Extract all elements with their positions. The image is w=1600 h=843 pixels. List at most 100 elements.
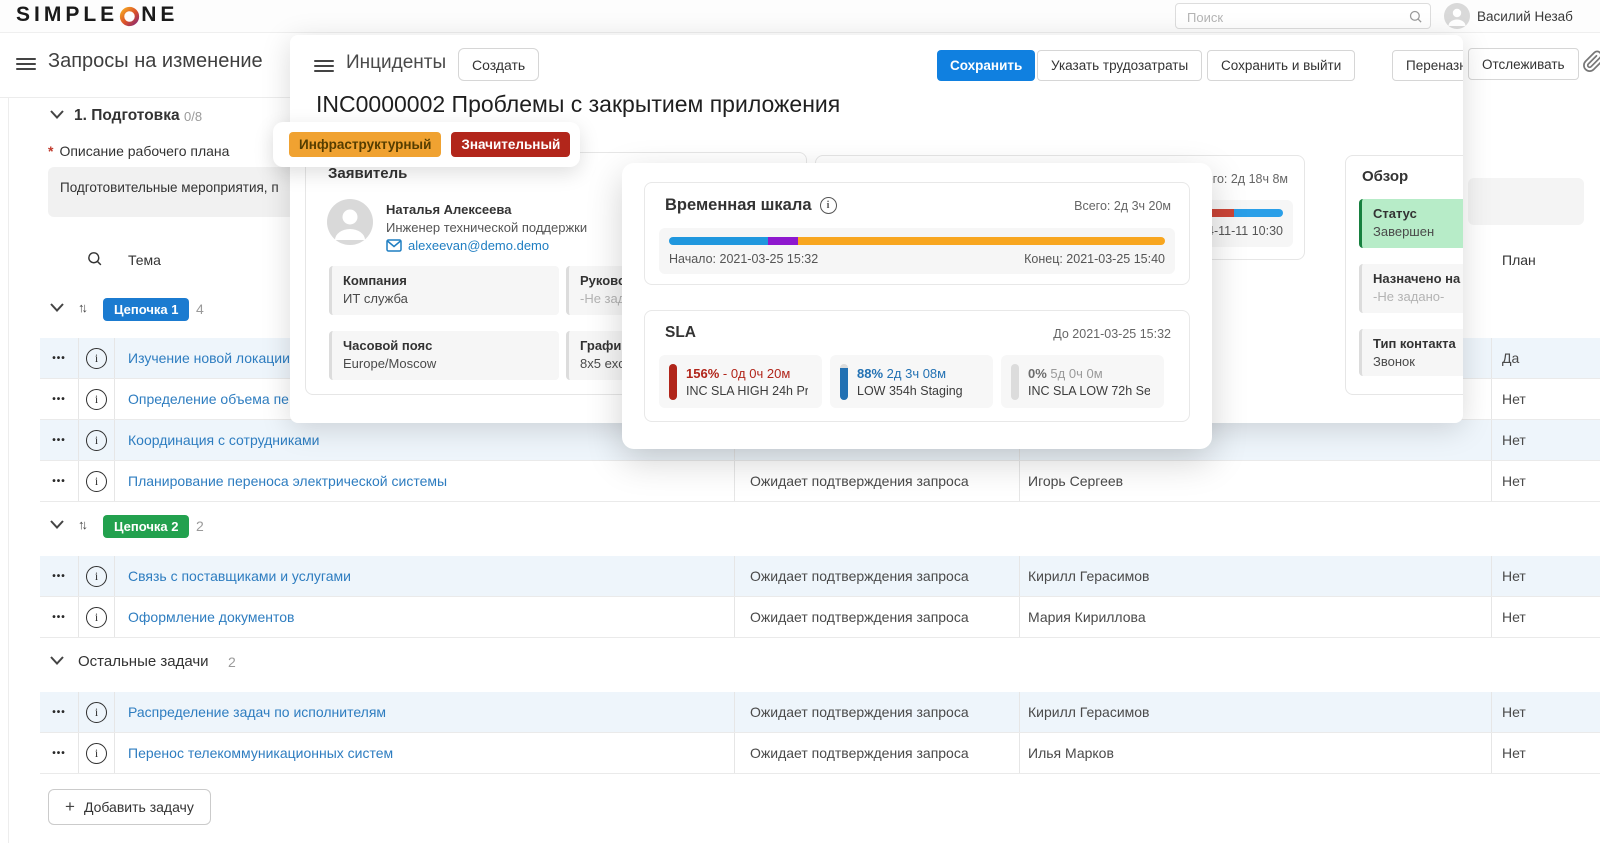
row-info-button[interactable]: i	[79, 556, 115, 596]
left-rail-divider	[8, 98, 9, 843]
row-info-button[interactable]: i	[79, 420, 115, 460]
row-menu-button[interactable]: •••	[40, 597, 79, 637]
group-count: 2	[196, 518, 204, 534]
reassign-button[interactable]: Переназначить	[1392, 50, 1463, 81]
task-link[interactable]: Перенос телекоммуникационных систем	[128, 745, 393, 761]
sla-item[interactable]: 156% - 0д 0ч 20м INC SLA HIGH 24h Privat…	[659, 355, 822, 408]
table-row: ••• i Планирование переноса электрическо…	[40, 461, 1600, 502]
field-timezone[interactable]: Часовой пояс Europe/Moscow	[329, 331, 559, 380]
caller-role: Инженер технической поддержки	[386, 220, 588, 235]
row-info-button[interactable]: i	[79, 461, 115, 501]
field-status[interactable]: Статус Завершен	[1359, 199, 1463, 248]
sla-item[interactable]: 0% 5д 0ч 0м INC SLA LOW 72h Service...	[1001, 355, 1164, 408]
task-assignee: Кирилл Герасимов	[1020, 692, 1492, 732]
sla-item[interactable]: 88% 2д 3ч 08м LOW 354h Staging	[830, 355, 993, 408]
row-menu-button[interactable]: •••	[40, 556, 79, 596]
field-stub	[1468, 178, 1584, 225]
table-row: ••• i Перенос телекоммуникационных систе…	[40, 733, 1600, 774]
search-input[interactable]	[1185, 5, 1409, 29]
task-link[interactable]: Изучение новой локации	[128, 350, 290, 366]
group-badge[interactable]: Цепочка 2	[103, 515, 190, 538]
row-menu-button[interactable]: •••	[40, 379, 79, 419]
reorder-icon[interactable]: ↑↓	[78, 517, 88, 532]
caller-email-link[interactable]: alexeevan@demo.demo	[408, 238, 549, 253]
chevron-down-icon[interactable]	[50, 656, 64, 665]
sla-gauge	[1011, 363, 1019, 400]
simpleone-logo: SIMPLE NE	[16, 3, 178, 27]
search-icon[interactable]	[1408, 9, 1423, 29]
envelope-icon	[386, 239, 402, 252]
timeline-card: Временная шкала i Всего: 2д 3ч 20м Начал…	[644, 182, 1190, 285]
save-button[interactable]: Сохранить	[937, 50, 1036, 81]
column-header-plan[interactable]: План	[1502, 252, 1536, 268]
ellipsis-icon: •••	[52, 570, 66, 582]
task-link[interactable]: Планирование переноса электрической сист…	[128, 473, 447, 489]
row-menu-button[interactable]: •••	[40, 733, 79, 773]
row-info-button[interactable]: i	[79, 338, 115, 378]
ellipsis-icon: •••	[52, 475, 66, 487]
group-badge[interactable]: Цепочка 1	[103, 298, 190, 321]
row-menu-button[interactable]: •••	[40, 338, 79, 378]
ellipsis-icon: •••	[52, 393, 66, 405]
task-plan: Нет	[1502, 704, 1526, 720]
row-info-button[interactable]: i	[79, 692, 115, 732]
chevron-down-icon[interactable]	[50, 520, 64, 529]
add-task-button[interactable]: + Добавить задачу	[48, 789, 211, 825]
group-header: Остальные задачи 2	[40, 638, 1600, 692]
paperclip-icon[interactable]	[1582, 50, 1600, 78]
table-row: ••• i Оформление документов Ожидает подт…	[40, 597, 1600, 638]
task-plan: Да	[1502, 350, 1520, 366]
overview-title: Обзор	[1362, 168, 1409, 185]
task-link[interactable]: Связь с поставщиками и услугами	[128, 568, 351, 584]
incident-title: INC0000002 Проблемы с закрытием приложен…	[316, 91, 841, 117]
info-icon[interactable]: i	[819, 197, 837, 214]
task-link[interactable]: Распределение задач по исполнителям	[128, 704, 386, 720]
row-menu-button[interactable]: •••	[40, 692, 79, 732]
row-menu-button[interactable]: •••	[40, 461, 79, 501]
timeline-end: Конец: 2021-03-25 15:40	[1024, 252, 1165, 266]
field-company[interactable]: Компания ИТ служба	[329, 266, 559, 315]
row-info-button[interactable]: i	[79, 379, 115, 419]
user-menu[interactable]: Василий Незаб	[1444, 3, 1573, 29]
column-header-topic[interactable]: Тема	[128, 252, 161, 268]
info-icon: i	[86, 388, 107, 410]
save-and-exit-button[interactable]: Сохранить и выйти	[1207, 50, 1356, 81]
chevron-down-icon[interactable]	[50, 110, 64, 119]
menu-icon[interactable]	[16, 55, 36, 73]
work-plan-label: * Описание рабочего плана	[48, 143, 230, 159]
create-button[interactable]: Создать	[458, 48, 540, 81]
log-effort-button[interactable]: Указать трудозатраты	[1037, 50, 1203, 81]
task-link[interactable]: Определение объема пе	[128, 391, 289, 407]
menu-icon[interactable]	[314, 57, 334, 75]
task-link[interactable]: Координация с сотрудниками	[128, 432, 320, 448]
task-plan: Нет	[1502, 609, 1526, 625]
reorder-icon[interactable]: ↑↓	[78, 300, 88, 315]
task-link[interactable]: Оформление документов	[128, 609, 295, 625]
ellipsis-icon: •••	[52, 611, 66, 623]
logo-o-ring-icon	[120, 6, 140, 26]
row-info-button[interactable]: i	[79, 597, 115, 637]
tag-significant[interactable]: Значительный	[451, 132, 571, 157]
chevron-down-icon[interactable]	[50, 303, 64, 312]
row-info-button[interactable]: i	[79, 733, 115, 773]
task-assignee: Кирилл Герасимов	[1020, 556, 1492, 596]
group-header: ↑↓ Цепочка 2 2	[40, 502, 1600, 556]
info-icon: i	[86, 565, 107, 587]
tag-infrastructure[interactable]: Инфраструктурный	[289, 132, 442, 157]
field-assignment-group[interactable]: Назначено на группу -Не задано-	[1359, 264, 1463, 313]
logo-text-suffix: NE	[141, 3, 179, 26]
ellipsis-icon: •••	[52, 352, 66, 364]
timeline-title: Временная шкала i	[665, 196, 837, 215]
task-plan: Нет	[1502, 391, 1526, 407]
search-icon[interactable]	[86, 250, 103, 272]
follow-button[interactable]: Отслеживать	[1468, 48, 1579, 80]
info-icon: i	[86, 742, 107, 764]
task-plan: Нет	[1502, 473, 1526, 489]
group-label[interactable]: Остальные задачи	[78, 653, 209, 670]
overview-panel: Обзор Статус Завершен Назначено на групп…	[1345, 155, 1463, 395]
row-menu-button[interactable]: •••	[40, 420, 79, 460]
tags-panel: Инфраструктурный Значительный	[273, 122, 580, 167]
stage-title[interactable]: 1. Подготовка	[74, 107, 180, 125]
timeline-track: Начало: 2021-03-25 15:32 Конец: 2021-03-…	[659, 228, 1175, 274]
field-contact-type[interactable]: Тип контакта Звонок	[1359, 329, 1463, 376]
